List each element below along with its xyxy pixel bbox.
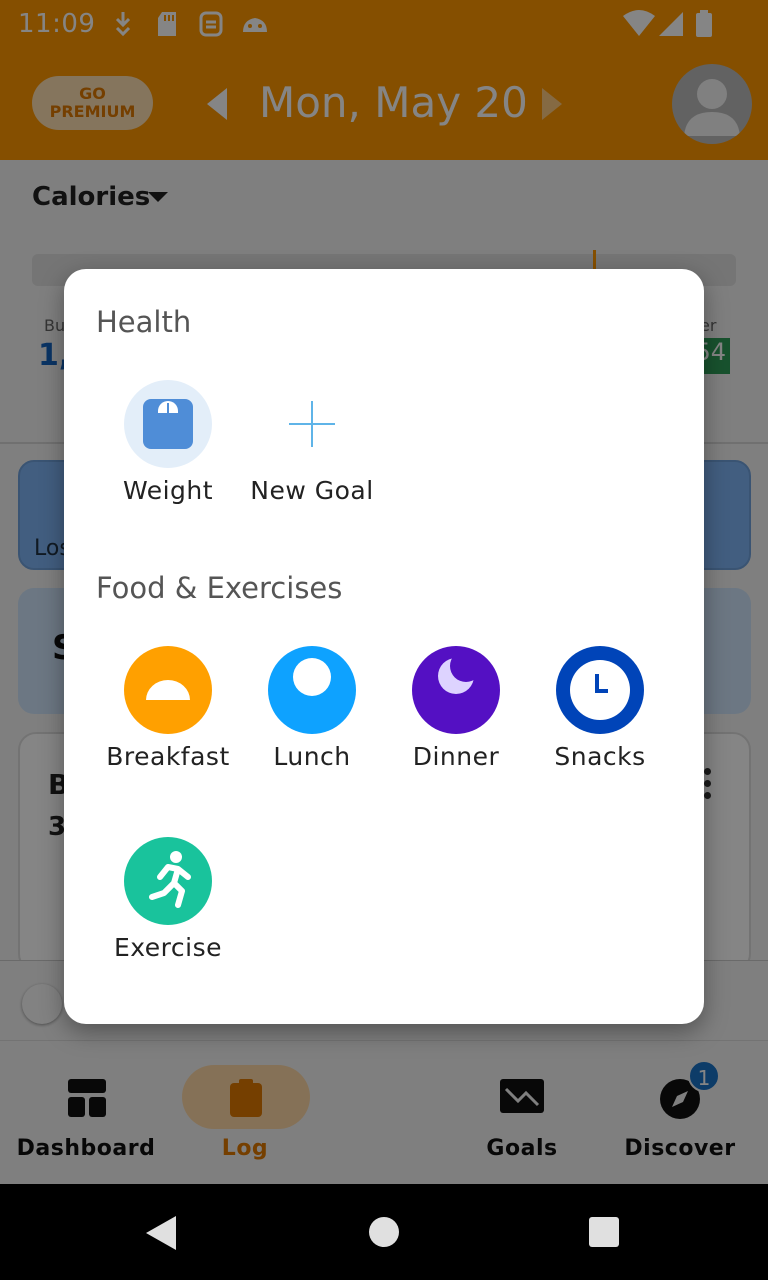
scale-icon — [143, 399, 193, 449]
lunch-tile[interactable]: Lunch — [240, 646, 384, 786]
breakfast-label: Breakfast — [106, 742, 230, 771]
lunch-icon-bg — [268, 646, 356, 734]
snacks-label: Snacks — [554, 742, 646, 771]
home-icon[interactable] — [368, 1216, 400, 1248]
system-nav-bar — [0, 1184, 768, 1280]
weight-tile[interactable]: Weight — [96, 380, 240, 520]
moon-icon — [438, 650, 482, 694]
snacks-icon-bg — [556, 646, 644, 734]
add-entry-dialog: Health Weight New Goal Food & Exercises … — [64, 269, 704, 1024]
plus-icon — [289, 401, 335, 447]
back-icon[interactable] — [146, 1216, 176, 1250]
exercise-icon-bg — [124, 837, 212, 925]
food-section-title: Food & Exercises — [96, 571, 343, 605]
exercise-label: Exercise — [113, 933, 223, 962]
sunrise-icon — [146, 680, 190, 700]
clock-icon — [570, 660, 630, 720]
running-icon — [149, 851, 191, 908]
sun-icon — [293, 658, 331, 696]
breakfast-icon-bg — [124, 646, 212, 734]
weight-label: Weight — [122, 476, 214, 505]
recents-icon[interactable] — [588, 1216, 620, 1248]
snacks-tile[interactable]: Snacks — [528, 646, 672, 786]
new-goal-tile[interactable]: New Goal — [240, 380, 384, 520]
dinner-icon-bg — [412, 646, 500, 734]
health-section-title: Health — [96, 305, 192, 339]
new-goal-icon-bg — [268, 380, 356, 468]
lunch-label: Lunch — [273, 742, 351, 771]
dinner-label: Dinner — [412, 742, 500, 771]
dinner-tile[interactable]: Dinner — [384, 646, 528, 786]
breakfast-tile[interactable]: Breakfast — [96, 646, 240, 786]
new-goal-label: New Goal — [250, 476, 374, 505]
weight-icon-bg — [124, 380, 212, 468]
exercise-tile[interactable]: Exercise — [96, 837, 240, 977]
